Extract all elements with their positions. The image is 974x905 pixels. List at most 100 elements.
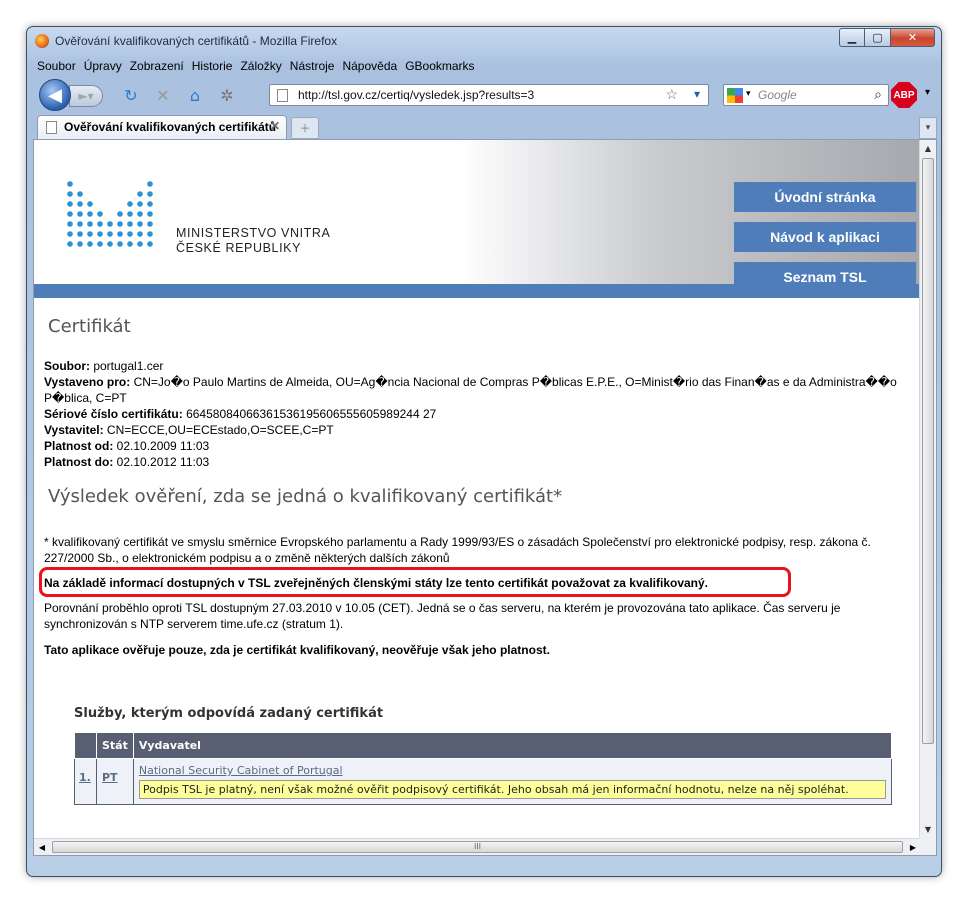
url-text[interactable]: http://tsl.gov.cz/certiq/vysledek.jsp?re…: [298, 88, 534, 102]
services-table: Stát Vydavatel 1. PT National Security C…: [74, 732, 893, 805]
vystavitel-label: Vystavitel:: [44, 423, 104, 437]
vertical-scroll-thumb[interactable]: [922, 158, 934, 744]
close-button[interactable]: ✕: [891, 28, 935, 47]
window-title: Ověřování kvalifikovaných certifikátů - …: [55, 34, 338, 48]
search-icon[interactable]: ⌕: [874, 86, 882, 103]
url-dropdown-icon[interactable]: ▾: [694, 87, 700, 101]
vystavitel-row: Vystavitel: CN=ECCE,OU=ECEstado,O=SCEE,C…: [44, 422, 904, 438]
col-header-issuer: Vydavatel: [132, 732, 893, 759]
menu-zalozky[interactable]: Záložky: [236, 57, 285, 77]
home-button[interactable]: ⌂: [185, 85, 205, 105]
page-viewport: MINISTERSTVO VNITRA ČESKÉ REPUBLIKY Úvod…: [33, 139, 937, 856]
tab-bar: Ověřování kvalifikovaných certifikátů ✕ …: [33, 113, 937, 139]
scrollbar-corner: [919, 838, 936, 855]
soubor-label: Soubor:: [44, 359, 90, 373]
footnote-text: * kvalifikovaný certifikát ve smyslu smě…: [44, 535, 871, 565]
search-engine-dropdown-icon[interactable]: ▾: [746, 88, 751, 99]
stop-icon: ✕: [156, 85, 170, 105]
title-bar: Ověřování kvalifikovaných certifikátů - …: [27, 27, 941, 55]
platnost-do-label: Platnost do:: [44, 455, 114, 469]
plus-icon: ＋: [299, 122, 311, 135]
nav-guide-button[interactable]: Návod k aplikaci: [734, 222, 916, 252]
platnost-od-label: Platnost od:: [44, 439, 114, 453]
vystavitel-value: CN=ECCE,OU=ECEstado,O=SCEE,C=PT: [103, 423, 334, 437]
disclaimer-text: Tato aplikace ověřuje pouze, zda je cert…: [44, 643, 550, 657]
table-row: 1. PT National Security Cabinet of Portu…: [74, 758, 893, 805]
horizontal-scrollbar[interactable]: ◀ III ▶: [34, 838, 921, 855]
page-content: MINISTERSTVO VNITRA ČESKÉ REPUBLIKY Úvod…: [34, 140, 921, 840]
menu-napoveda[interactable]: Nápověda: [338, 57, 401, 77]
header-strip: [34, 284, 921, 298]
search-input[interactable]: Google: [758, 88, 797, 102]
platnost-do-row: Platnost do: 02.10.2012 11:03: [44, 454, 904, 470]
forward-button[interactable]: ►▾: [69, 85, 103, 107]
menu-gbookmarks[interactable]: GBookmarks: [401, 57, 478, 77]
bookmark-star-icon[interactable]: ☆: [665, 86, 678, 103]
puzzle-icon: ✲: [220, 85, 234, 105]
col-header-num: [74, 732, 97, 759]
vertical-scrollbar[interactable]: ▲ ▼: [919, 140, 936, 838]
ministry-name-line1: MINISTERSTVO VNITRA: [176, 226, 331, 240]
tab-close-icon[interactable]: ✕: [270, 119, 280, 133]
tsl-warning-note: Podpis TSL je platný, není však možné ov…: [138, 780, 886, 799]
menu-zobrazeni[interactable]: Zobrazení: [126, 57, 188, 77]
forward-arrow-icon: ►▾: [78, 89, 94, 103]
google-icon[interactable]: [727, 88, 743, 103]
soubor-row: Soubor: portugal1.cer: [44, 358, 904, 374]
serial-value: 66458084066361536195606555605989244 27: [182, 407, 437, 421]
menu-historie[interactable]: Historie: [188, 57, 237, 77]
adblock-button[interactable]: ABP: [891, 82, 917, 108]
vystaveno-label: Vystaveno pro:: [44, 375, 131, 389]
menu-soubor[interactable]: Soubor: [33, 57, 80, 77]
window-controls: ▁ ▢ ✕: [839, 28, 935, 47]
platnost-od-row: Platnost od: 02.10.2009 11:03: [44, 438, 904, 454]
back-button[interactable]: ◀: [39, 79, 71, 111]
menu-bar: Soubor Úpravy Zobrazení Historie Záložky…: [33, 57, 479, 77]
url-bar[interactable]: http://tsl.gov.cz/certiq/vysledek.jsp?re…: [269, 84, 709, 106]
platnost-do-value: 02.10.2012 11:03: [113, 455, 210, 469]
platnost-od-value: 02.10.2009 11:03: [113, 439, 210, 453]
tab-page-icon: [46, 121, 57, 134]
tab-active[interactable]: Ověřování kvalifikovaných certifikátů ✕: [37, 115, 287, 139]
stop-button[interactable]: ✕: [153, 85, 173, 105]
nav-home-button[interactable]: Úvodní stránka: [734, 182, 916, 212]
vystaveno-value: CN=Jo�o Paulo Martins de Almeida, OU=Ag�…: [44, 375, 897, 405]
row-issuer-cell: National Security Cabinet of Portugal Po…: [132, 758, 893, 805]
soubor-value: portugal1.cer: [90, 359, 164, 373]
verdict-text: Na základě informací dostupných v TSL zv…: [44, 576, 709, 590]
reload-icon: ↻: [124, 85, 138, 105]
result-heading: Výsledek ověření, zda se jedná o kvalifi…: [48, 486, 563, 507]
maximize-button[interactable]: ▢: [865, 28, 891, 47]
services-heading: Služby, kterým odpovídá zadaný certifiká…: [74, 706, 384, 721]
ministry-logo-icon: [67, 181, 153, 247]
search-bar[interactable]: ▾ Google ⌕: [723, 84, 889, 106]
serial-label: Sériové číslo certifikátu:: [44, 407, 183, 421]
firefox-icon: [35, 34, 49, 48]
row-num-link[interactable]: 1.: [74, 758, 97, 805]
menu-upravy[interactable]: Úpravy: [80, 57, 126, 77]
reload-button[interactable]: ↻: [121, 85, 141, 105]
comparison-text: Porovnání proběhlo oproti TSL dostupným …: [44, 601, 841, 631]
browser-window: Ověřování kvalifikovaných certifikátů - …: [26, 26, 942, 877]
new-tab-button[interactable]: ＋: [291, 117, 319, 139]
tab-label: Ověřování kvalifikovaných certifikátů: [64, 120, 277, 134]
row-state-link[interactable]: PT: [96, 758, 134, 805]
horizontal-scroll-thumb[interactable]: III: [52, 841, 903, 853]
ministry-name-line2: ČESKÉ REPUBLIKY: [176, 241, 302, 255]
ministry-name: MINISTERSTVO VNITRA ČESKÉ REPUBLIKY: [176, 226, 330, 256]
toolbar-overflow-icon[interactable]: ▾: [925, 87, 930, 98]
addon-button[interactable]: ✲: [217, 85, 237, 105]
scroll-down-icon[interactable]: ▼: [920, 821, 936, 838]
vystaveno-row: Vystaveno pro: CN=Jo�o Paulo Martins de …: [44, 374, 904, 406]
table-header-row: Stát Vydavatel: [74, 732, 893, 759]
menu-nastroje[interactable]: Nástroje: [286, 57, 339, 77]
serial-row: Sériové číslo certifikátu: 6645808406636…: [44, 406, 904, 422]
minimize-button[interactable]: ▁: [839, 28, 865, 47]
home-icon: ⌂: [189, 85, 201, 105]
tab-list-button[interactable]: ▾: [919, 117, 937, 139]
col-header-state: Stát: [96, 732, 134, 759]
navigation-toolbar: ►▾ ◀ ↻ ✕ ⌂ ✲ http://tsl.gov.cz/certiq/vy…: [33, 79, 937, 111]
scroll-left-icon[interactable]: ◀: [34, 839, 50, 855]
scroll-up-icon[interactable]: ▲: [920, 140, 936, 157]
issuer-link[interactable]: National Security Cabinet of Portugal: [139, 764, 343, 777]
